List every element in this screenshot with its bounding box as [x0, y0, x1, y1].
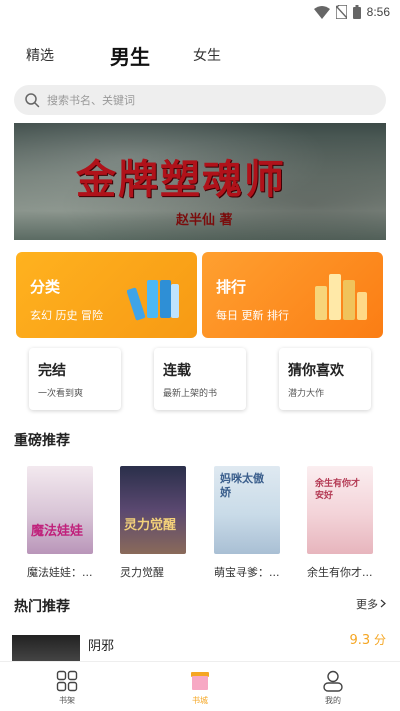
tab-bookstore-label: 书城: [192, 696, 208, 705]
books-icon: [127, 280, 179, 321]
book-item[interactable]: 妈咪太傲娇 萌宝寻爹：...: [214, 466, 280, 580]
search-bar[interactable]: [14, 85, 386, 115]
bookshelf-icon: [56, 670, 78, 692]
featured-section-title: 重磅推荐: [14, 433, 70, 449]
recommend-for-you-card-subtitle: 潜力大作: [288, 389, 325, 399]
completed-card-title: 完结: [38, 363, 66, 379]
ranking-bars-icon: [315, 274, 367, 320]
book-cover: 妈咪太傲娇: [214, 466, 280, 554]
tab-bookstore[interactable]: 书城: [170, 670, 230, 706]
profile-icon: [323, 670, 343, 692]
ranking-card-subtitle: 每日 更新 排行: [216, 309, 289, 322]
book-cover: 魔法娃娃: [27, 466, 93, 554]
banner-author: 赵半仙 著: [176, 213, 233, 228]
completed-card-subtitle: 一次看到爽: [38, 389, 84, 399]
promo-banner[interactable]: 金牌塑魂师 赵半仙 著: [14, 123, 386, 240]
completed-card[interactable]: 完结 一次看到爽: [29, 348, 121, 410]
book-title: 余生有你才...: [307, 566, 373, 579]
category-card[interactable]: 分类 玄幻 历史 冒险: [16, 252, 197, 338]
book-cover-text: 余生有你才安好: [315, 479, 361, 501]
tab-profile[interactable]: 我的: [303, 670, 363, 706]
tab-male[interactable]: 男生: [110, 41, 150, 70]
hot-book-cover[interactable]: [12, 635, 80, 661]
recommend-for-you-card[interactable]: 猜你喜欢 潜力大作: [279, 348, 371, 410]
status-bar: 8:56: [0, 0, 400, 24]
tab-female[interactable]: 女生: [193, 45, 221, 65]
ranking-card[interactable]: 排行 每日 更新 排行: [202, 252, 383, 338]
book-title: 灵力觉醒: [120, 566, 164, 579]
chevron-right-icon: [380, 599, 386, 608]
ranking-card-title: 排行: [216, 278, 247, 296]
no-sim-icon: [335, 5, 347, 19]
bookstore-icon: [191, 672, 209, 690]
tab-profile-label: 我的: [325, 696, 341, 705]
book-cover: 余生有你才安好: [307, 466, 373, 554]
status-icons: 8:56: [313, 4, 390, 20]
tab-bookshelf-label: 书架: [59, 696, 75, 705]
recommend-for-you-card-title: 猜你喜欢: [288, 363, 344, 379]
book-item[interactable]: 魔法娃娃 魔法娃娃：...: [27, 466, 93, 580]
book-title: 魔法娃娃：...: [27, 566, 93, 579]
serializing-card-subtitle: 最新上架的书: [163, 389, 218, 399]
banner-title: 金牌塑魂师: [76, 156, 286, 203]
search-icon: [25, 93, 40, 108]
hot-book-title[interactable]: 阴邪: [88, 635, 114, 654]
book-cover-text: 魔法娃娃: [31, 524, 84, 539]
score-unit: 分: [373, 633, 386, 647]
serializing-card[interactable]: 连载 最新上架的书: [154, 348, 246, 410]
book-item[interactable]: 灵力觉醒 灵力觉醒: [120, 466, 186, 580]
category-card-subtitle: 玄幻 历史 冒险: [30, 309, 103, 322]
book-cover-text: 灵力觉醒: [124, 518, 177, 533]
bottom-tab-bar: 书架 书城 我的: [0, 661, 400, 711]
tab-featured[interactable]: 精选: [26, 45, 54, 65]
hot-book-score: 9.3 分: [349, 631, 386, 648]
search-input[interactable]: [47, 93, 347, 107]
battery-icon: [352, 5, 361, 19]
book-cover: 灵力觉醒: [120, 466, 186, 554]
score-value: 9.3: [349, 633, 371, 648]
book-cover-text: 妈咪太傲娇: [220, 472, 264, 499]
tab-bookshelf[interactable]: 书架: [37, 670, 97, 706]
status-time: 8:56: [366, 5, 390, 19]
more-label: 更多: [356, 598, 378, 611]
hot-section-title: 热门推荐: [14, 599, 70, 615]
top-tabs: 精选 男生 女生: [0, 36, 400, 72]
wifi-icon: [313, 5, 330, 19]
serializing-card-title: 连载: [163, 363, 191, 379]
book-title: 萌宝寻爹：...: [214, 566, 280, 579]
category-card-title: 分类: [30, 278, 61, 296]
more-link[interactable]: 更多: [356, 596, 386, 612]
book-item[interactable]: 余生有你才安好 余生有你才...: [307, 466, 373, 580]
